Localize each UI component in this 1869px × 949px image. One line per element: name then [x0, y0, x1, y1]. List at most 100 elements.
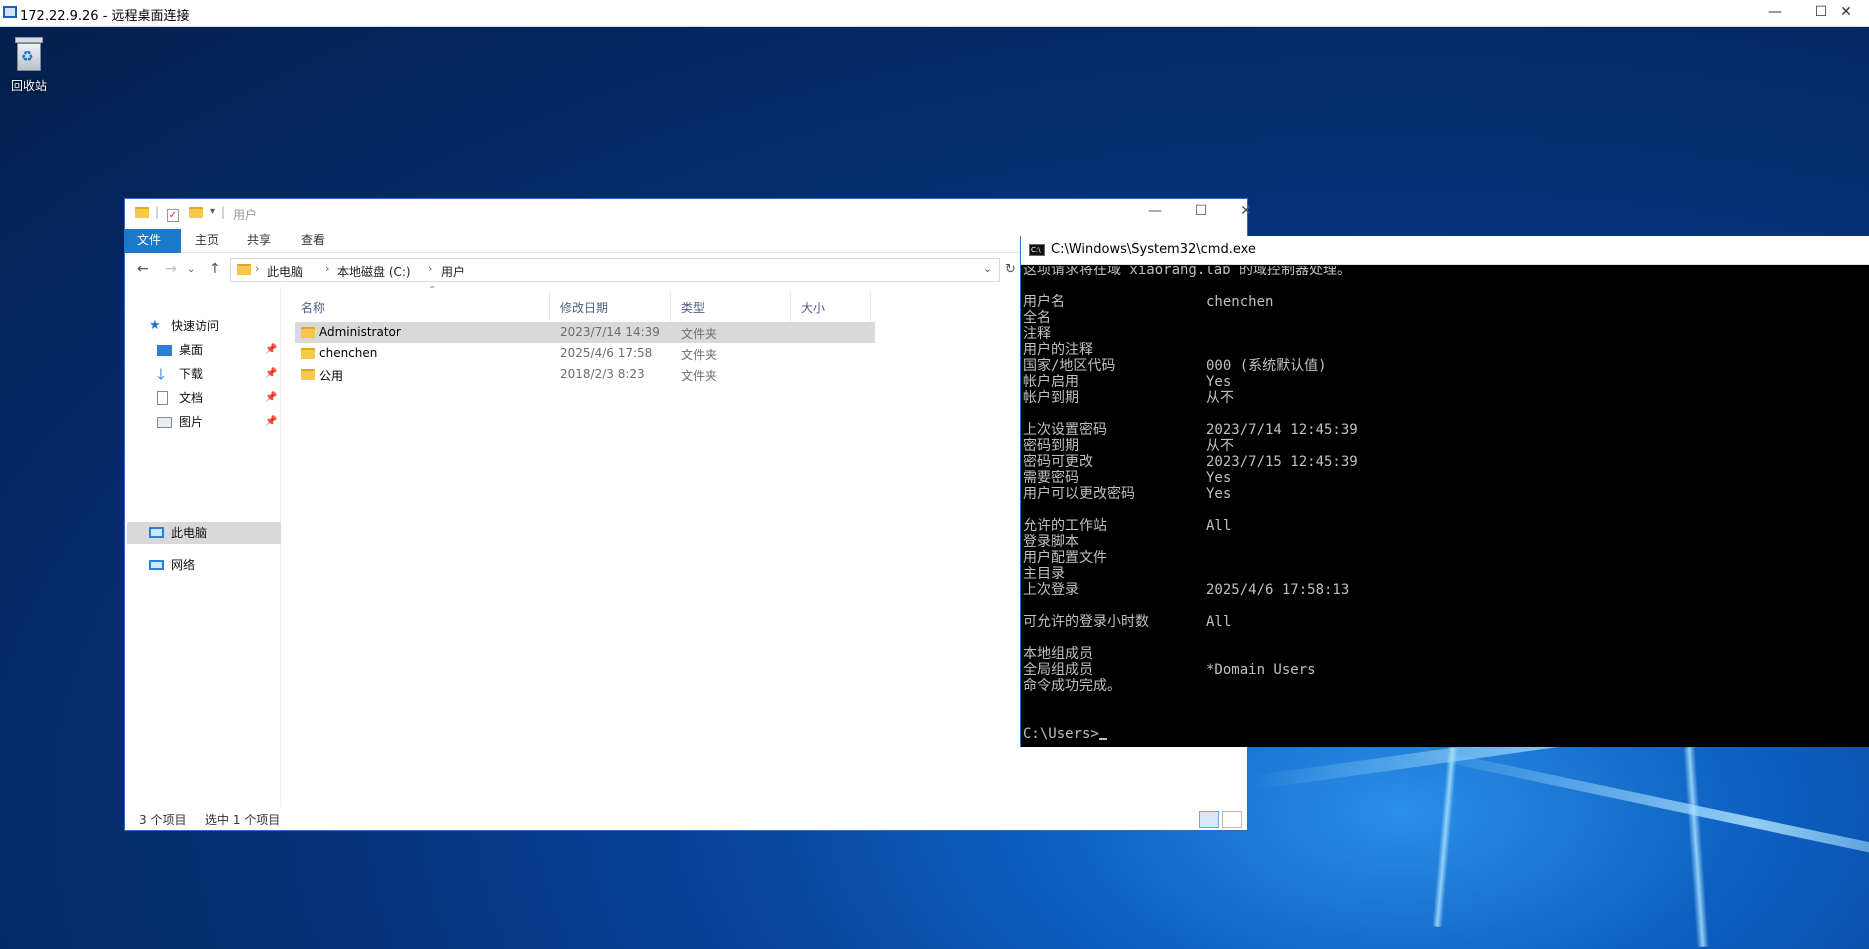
console-value: 2023/7/15 12:45:39: [1206, 454, 1358, 470]
cmd-title-bar: C:\ C:\Windows\System32\cmd.exe: [1021, 236, 1869, 265]
up-arrow-icon[interactable]: ↑: [209, 261, 221, 277]
column-header-size[interactable]: 大小: [801, 299, 825, 316]
wallpaper-light-beam: [1406, 744, 1869, 900]
recycle-bin-icon: ♻: [13, 35, 45, 71]
wallpaper-light-beam: [1683, 746, 1709, 948]
cmd-window: C:\ C:\Windows\System32\cmd.exe 这项请求将在域 …: [1020, 236, 1869, 747]
network-icon: [149, 560, 164, 570]
breadcrumb-separator: ›: [428, 262, 433, 275]
status-bar: 3 个项目 | 选中 1 个项目: [125, 808, 1247, 830]
pin-icon[interactable]: 📌: [265, 339, 277, 361]
forward-arrow-icon[interactable]: →: [165, 261, 177, 277]
column-divider[interactable]: [670, 291, 671, 321]
console-value: 2023/7/14 12:45:39: [1206, 422, 1358, 438]
pin-icon[interactable]: 📌: [265, 363, 277, 385]
explorer-title-bar: | ✓ ▾ | 用户 — ☐ ✕: [125, 199, 1252, 229]
table-row[interactable]: 公用 2018/2/3 8:23 文件夹: [295, 364, 875, 385]
sort-ascending-icon: ⌃: [428, 285, 437, 296]
explorer-close-button[interactable]: ✕: [1224, 203, 1268, 219]
address-dropdown-icon[interactable]: ⌄: [983, 262, 992, 275]
console-value: All: [1206, 518, 1232, 534]
pictures-icon: [157, 417, 172, 428]
rdp-minimize-button[interactable]: —: [1752, 0, 1798, 26]
explorer-window-title: 用户: [233, 208, 258, 222]
large-icons-view-icon[interactable]: [1222, 811, 1242, 828]
console-label: 帐户到期: [1023, 390, 1079, 406]
new-folder-icon[interactable]: [189, 207, 203, 221]
console-label: 允许的工作站: [1023, 518, 1107, 534]
pin-icon[interactable]: 📌: [265, 387, 277, 409]
console-label: 国家/地区代码: [1023, 358, 1116, 374]
nav-documents[interactable]: 文档 📌: [157, 387, 297, 409]
console-label: 需要密码: [1023, 470, 1079, 486]
pin-icon[interactable]: 📌: [265, 411, 277, 433]
details-view-icon[interactable]: [1199, 811, 1219, 828]
folder-icon: [301, 348, 315, 362]
address-bar[interactable]: › 此电脑 › 本地磁盘 (C:) › 用户 ⌄: [230, 258, 1000, 282]
cmd-icon: C:\: [1029, 244, 1045, 256]
tab-file[interactable]: 文件: [125, 229, 181, 253]
table-row[interactable]: chenchen 2025/4/6 17:58 文件夹: [295, 343, 875, 364]
console-value: chenchen: [1206, 294, 1274, 310]
console-label: 注释: [1023, 326, 1051, 342]
column-header-type[interactable]: 类型: [681, 299, 705, 316]
console-label: 密码可更改: [1023, 454, 1093, 470]
folder-icon: [301, 327, 315, 341]
tab-view[interactable]: 查看: [289, 229, 337, 253]
console-label: 密码到期: [1023, 438, 1079, 454]
console-value: 000 (系统默认值): [1206, 358, 1327, 374]
recycle-bin[interactable]: ♻ 回收站: [6, 35, 52, 94]
rdp-close-button[interactable]: ✕: [1823, 0, 1869, 26]
breadcrumb-local-disk[interactable]: 本地磁盘 (C:): [337, 263, 411, 280]
console-value: 2025/4/6 17:58:13: [1206, 582, 1350, 598]
folder-icon: [237, 264, 251, 278]
item-count: 3 个项目: [139, 813, 187, 827]
nav-desktop[interactable]: 桌面 📌: [157, 339, 297, 361]
refresh-icon[interactable]: ↻: [1005, 262, 1016, 277]
explorer-minimize-button[interactable]: —: [1133, 203, 1177, 219]
column-header-date[interactable]: 修改日期: [560, 299, 608, 316]
console-label: 上次登录: [1023, 582, 1079, 598]
rdp-window-title: 172.22.9.26 - 远程桌面连接: [20, 9, 190, 24]
properties-icon[interactable]: ✓: [167, 207, 179, 222]
console-line: 命令成功完成。: [1023, 678, 1121, 694]
console-value: Yes: [1206, 486, 1232, 502]
breadcrumb-separator: ›: [255, 262, 260, 275]
back-arrow-icon[interactable]: ←: [137, 261, 149, 277]
tab-home[interactable]: 主页: [183, 229, 231, 253]
breadcrumb-separator: ›: [325, 262, 330, 275]
desktop-icon: [157, 345, 172, 356]
column-header-name[interactable]: 名称: [301, 299, 325, 316]
console-value: All: [1206, 614, 1232, 630]
console-label: 用户名: [1023, 294, 1065, 310]
console-prompt[interactable]: C:\Users>: [1023, 726, 1107, 742]
column-divider[interactable]: [549, 291, 550, 321]
customize-toolbar-icon[interactable]: ▾: [210, 206, 215, 217]
folder-icon: [135, 207, 149, 221]
console-label: 全局组成员: [1023, 662, 1093, 678]
cmd-console-output[interactable]: 这项请求将在域 xiaorang.lab 的域控制器处理。 用户名 chench…: [1021, 266, 1869, 746]
tab-share[interactable]: 共享: [235, 229, 283, 253]
explorer-maximize-button[interactable]: ☐: [1179, 203, 1223, 219]
navigation-pane: ★ 快速访问 桌面 📌 🡓 下载 📌 文档 📌 图片 📌 此电脑 网络: [125, 287, 281, 807]
breadcrumb-users[interactable]: 用户: [441, 263, 465, 280]
download-icon: 🡓: [157, 365, 165, 383]
console-label: 登录脚本: [1023, 534, 1079, 550]
console-label: 用户的注释: [1023, 342, 1093, 358]
recent-locations-icon[interactable]: ⌄: [187, 264, 195, 275]
table-row[interactable]: Administrator 2023/7/14 14:39 文件夹: [295, 322, 875, 343]
rdp-title-bar: 172.22.9.26 - 远程桌面连接 — ☐ ✕: [0, 0, 1869, 27]
column-divider[interactable]: [790, 291, 791, 321]
prompt-text: C:\Users>: [1023, 726, 1099, 742]
column-divider[interactable]: [870, 291, 871, 321]
nav-pictures[interactable]: 图片 📌: [157, 411, 297, 433]
console-label: 主目录: [1023, 566, 1065, 582]
recycle-bin-label: 回收站: [10, 79, 47, 93]
console-label: 本地组成员: [1023, 646, 1093, 662]
console-line: 这项请求将在域 xiaorang.lab 的域控制器处理。: [1023, 266, 1352, 278]
nav-downloads[interactable]: 🡓 下载 📌: [157, 363, 297, 385]
breadcrumb-this-pc[interactable]: 此电脑: [267, 263, 303, 280]
wallpaper-light-beam: [1432, 746, 1458, 928]
console-value: 从不: [1206, 438, 1234, 454]
console-value: *Domain Users: [1206, 662, 1316, 678]
